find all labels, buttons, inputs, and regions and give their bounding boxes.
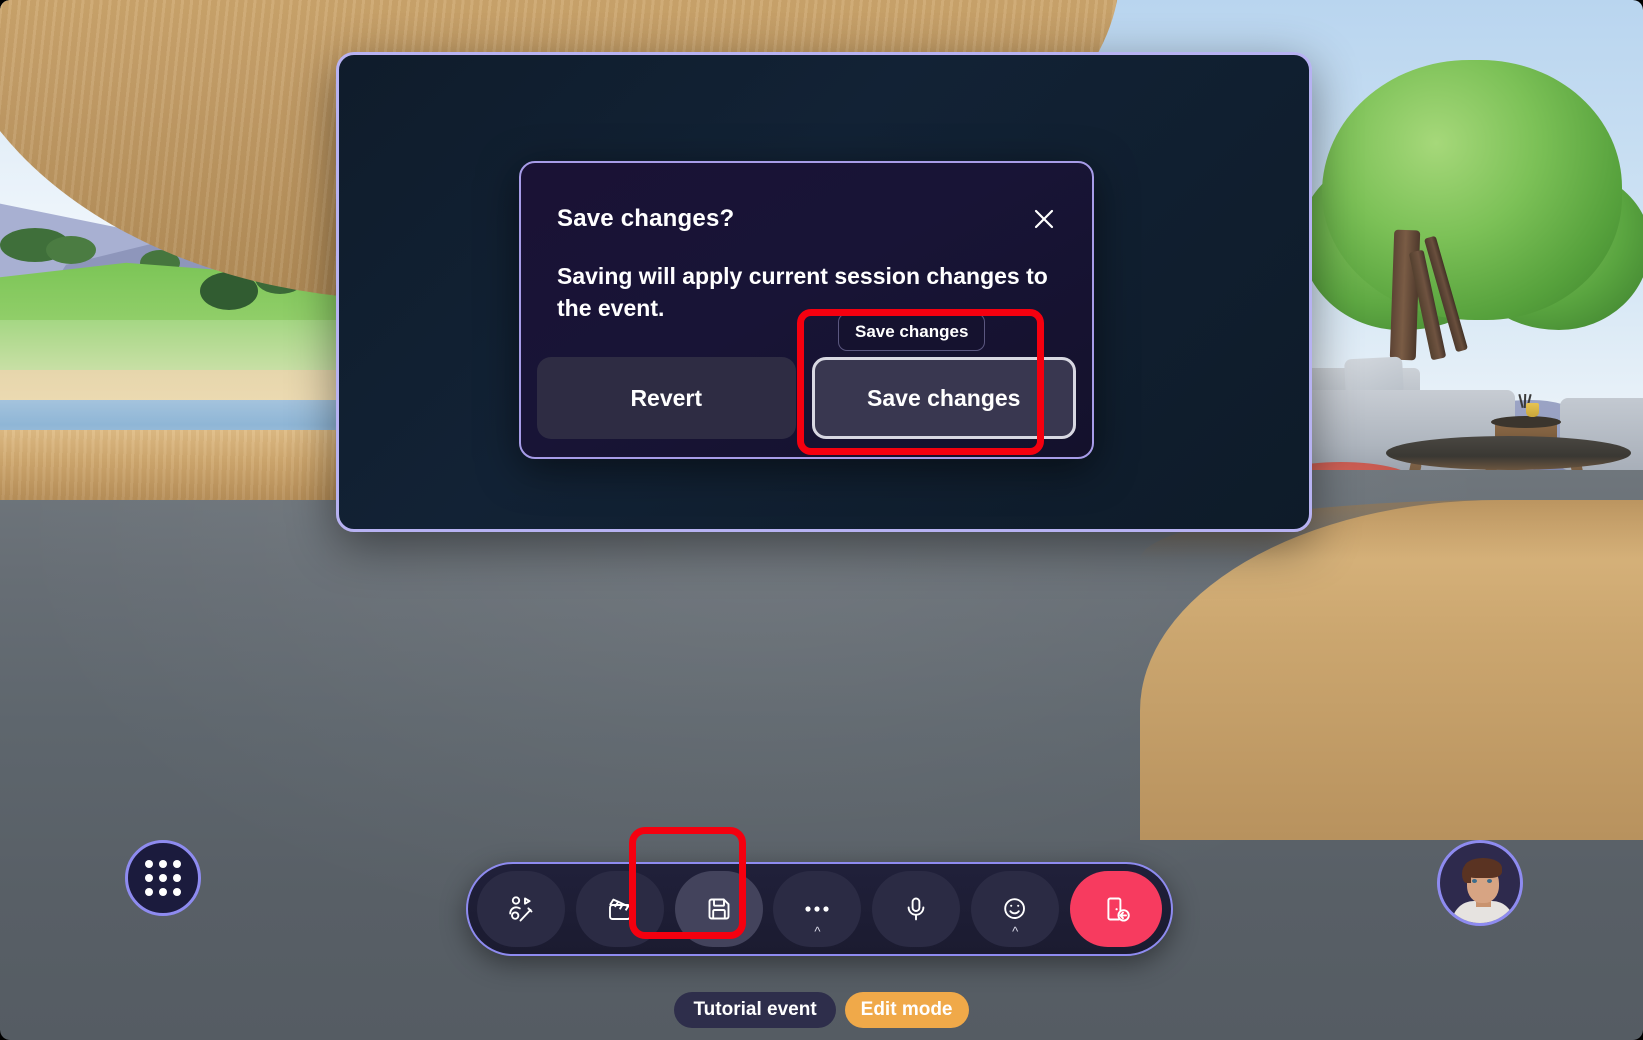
bottom-toolbar: ^ ^ <box>466 862 1173 956</box>
emoji-button[interactable]: ^ <box>971 871 1060 947</box>
avatar-eye <box>1487 879 1492 883</box>
avatar-hair-side <box>1462 865 1471 883</box>
clapperboard-icon <box>605 894 635 924</box>
window-bush <box>46 236 96 264</box>
status-label-row: Tutorial event Edit mode <box>0 992 1643 1028</box>
tree-trunk <box>1389 229 1421 361</box>
person-sparkle-icon <box>505 893 537 925</box>
clapperboard-button[interactable] <box>575 871 664 947</box>
edit-mode-badge: Edit mode <box>844 992 969 1028</box>
nine-dot-grid-icon <box>145 860 181 896</box>
side-table-top <box>1491 416 1561 428</box>
save-changes-tooltip: Save changes <box>838 313 986 351</box>
screen-root: Save changes? Saving will apply current … <box>0 0 1643 1040</box>
smiley-face-icon <box>1000 894 1030 924</box>
save-button[interactable] <box>674 871 763 947</box>
save-changes-dialog: Save changes? Saving will apply current … <box>519 161 1094 459</box>
avatar-button[interactable] <box>1437 840 1523 926</box>
ellipsis-icon <box>802 903 832 915</box>
dialog-actions: Revert Save changes <box>537 357 1076 439</box>
tree-canopy-main <box>1322 60 1622 320</box>
apps-grid-button[interactable] <box>125 840 201 916</box>
event-name-badge: Tutorial event <box>674 992 836 1028</box>
save-changes-button[interactable]: Save changes <box>811 357 1076 439</box>
microphone-icon <box>901 894 931 924</box>
microphone-button[interactable] <box>872 871 961 947</box>
coffee-table <box>1386 436 1631 470</box>
reactions-button[interactable] <box>477 871 565 947</box>
leave-button[interactable] <box>1069 871 1162 947</box>
more-options-button[interactable]: ^ <box>773 871 862 947</box>
close-icon[interactable] <box>1026 201 1062 237</box>
chevron-up-icon: ^ <box>1012 924 1019 939</box>
dialog-title: Save changes? <box>557 205 735 232</box>
revert-button[interactable]: Revert <box>537 357 796 439</box>
cup <box>1526 403 1539 417</box>
dialog-header: Save changes? <box>557 201 1062 237</box>
chevron-up-icon: ^ <box>814 924 821 939</box>
door-exit-icon <box>1101 894 1131 924</box>
floppy-disk-save-icon <box>704 894 734 924</box>
avatar-eye <box>1472 879 1477 883</box>
